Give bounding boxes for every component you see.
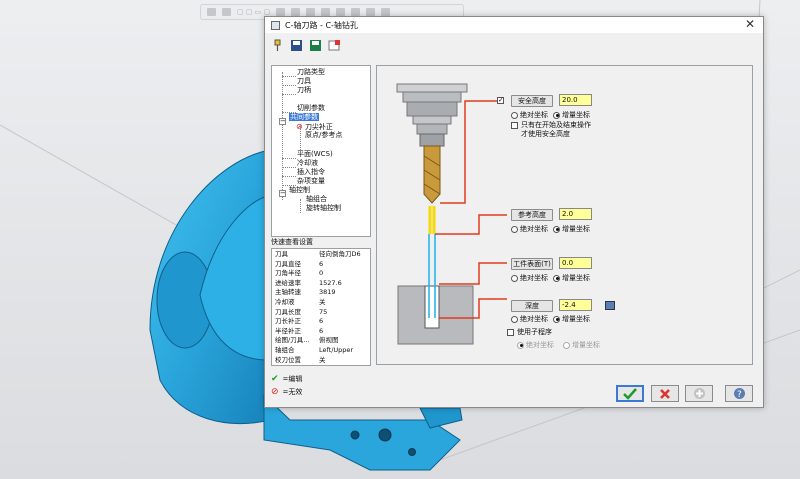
tree-item-axis-control[interactable]: 轴控制 xyxy=(289,186,310,195)
quick-view-row: 轴组合 Left/Upper xyxy=(275,346,354,354)
tree-item-cut-params[interactable]: 切削参数 xyxy=(297,104,325,113)
view-icon[interactable] xyxy=(351,8,361,16)
quick-view-row: 刀长补正 6 xyxy=(275,317,324,326)
svg-text:?: ? xyxy=(737,390,742,400)
tree-connector xyxy=(282,158,296,159)
tree-connector xyxy=(282,76,296,77)
start-end-only-label: 才使用安全高度 xyxy=(521,130,570,138)
depth-input[interactable]: -2.4 xyxy=(559,299,592,311)
quick-view-row: 主轴转速 3819 xyxy=(275,288,336,297)
settings-icon[interactable] xyxy=(328,39,341,52)
quick-view-row: 刀角半径 0 xyxy=(275,269,324,278)
clearance-button[interactable]: 安全高度 xyxy=(511,95,553,107)
quick-view-row: 刀具直径 6 xyxy=(275,259,324,268)
clearance-input[interactable]: 20.0 xyxy=(559,94,592,106)
quick-view-row: 校刀位置关 xyxy=(275,355,326,364)
subprogram-checkbox[interactable]: 使用子程序 xyxy=(507,327,552,337)
clearance-incremental[interactable]: 增量坐标 xyxy=(553,110,590,120)
legend-edit: ✔ =编辑 xyxy=(271,374,303,384)
depth-calculator-icon[interactable] xyxy=(605,301,615,310)
tree-connector xyxy=(300,199,301,213)
subprogram-absolute[interactable]: 绝对坐标 xyxy=(517,340,554,350)
view-icon[interactable] xyxy=(291,8,301,16)
tree-item-canned-text[interactable]: 插入指令 xyxy=(297,168,325,177)
retract-incremental[interactable]: 增量坐标 xyxy=(553,224,590,234)
view-icon[interactable] xyxy=(276,8,286,16)
toolpath-dialog: C-轴刀路 - C-轴钻孔 ✕ − − 刀路类型 刀具 刀柄 切削参数 共同参数… xyxy=(264,16,764,408)
title-bar[interactable]: C-轴刀路 - C-轴钻孔 ✕ xyxy=(265,17,763,33)
cancel-button[interactable] xyxy=(651,385,679,402)
tree-connector xyxy=(282,94,296,95)
add-icon xyxy=(693,388,705,399)
top-incremental[interactable]: 增量坐标 xyxy=(553,273,590,283)
ok-button[interactable] xyxy=(616,385,644,402)
tree-connector xyxy=(282,72,283,200)
quick-view-row: 冷却液关 xyxy=(275,298,326,306)
tree-item-holder[interactable]: 刀柄 xyxy=(297,86,311,95)
tree-item-misc-values[interactable]: 杂项变量 xyxy=(297,177,325,186)
view-icon[interactable] xyxy=(207,8,216,16)
retract-button[interactable]: 参考高度 xyxy=(511,209,553,221)
tree-item-tool[interactable]: 刀具 xyxy=(297,77,311,86)
top-of-stock-input[interactable]: 0.0 xyxy=(559,257,592,269)
view-icon[interactable] xyxy=(321,8,331,16)
depth-incremental[interactable]: 增量坐标 xyxy=(553,314,590,324)
view-icon[interactable] xyxy=(366,8,376,16)
view-icon[interactable] xyxy=(306,8,316,16)
retract-absolute[interactable]: 绝对坐标 xyxy=(511,224,548,234)
collapse-icon[interactable]: − xyxy=(279,118,286,125)
quick-view-row: 绘图/刀具... 俯视图 xyxy=(275,336,339,345)
close-icon xyxy=(660,388,670,399)
top-absolute[interactable]: 绝对坐标 xyxy=(511,273,548,283)
clearance-checkbox[interactable]: ✓ xyxy=(497,97,504,104)
tree-item-planes[interactable]: 平面(WCS) xyxy=(297,150,333,159)
tree-item-coolant[interactable]: 冷却液 xyxy=(297,159,318,168)
top-of-stock-button[interactable]: 工件表面(T) xyxy=(511,258,553,270)
tree-item-home-point[interactable]: 原点/参考点 xyxy=(305,131,342,140)
tree-connector xyxy=(282,176,296,177)
tree-item-rotary-axis[interactable]: 旋转轴控制 xyxy=(306,204,341,213)
parameter-tree[interactable]: − − 刀路类型 刀具 刀柄 切削参数 共同参数 ⊘ 刀尖补正 原点/参考点 平… xyxy=(271,65,371,237)
tree-item-toolpath-type[interactable]: 刀路类型 xyxy=(297,68,325,77)
invalid-icon: ⊘ xyxy=(296,122,303,131)
linking-params-panel: ✓ 安全高度 20.0 绝对坐标 增量坐标 只有在开始及结束操作 才使用安全高度… xyxy=(376,65,753,365)
check-icon: ✔ xyxy=(271,374,279,384)
save-icon[interactable] xyxy=(290,39,303,52)
clearance-absolute[interactable]: 绝对坐标 xyxy=(511,110,548,120)
tree-connector xyxy=(282,85,296,86)
quick-view-row: 刀具 径向倒角刀D6 xyxy=(275,250,361,258)
apply-button[interactable] xyxy=(685,385,713,402)
subprogram-incremental[interactable]: 增量坐标 xyxy=(563,340,600,350)
close-button[interactable]: ✕ xyxy=(745,18,755,31)
quick-view-title: 快速查看设置 xyxy=(271,238,313,246)
view-icon[interactable] xyxy=(381,8,391,16)
check-icon xyxy=(623,387,637,400)
collapse-icon[interactable]: − xyxy=(279,190,286,197)
retract-input[interactable]: 2.0 xyxy=(559,208,592,220)
depth-button[interactable]: 深度 xyxy=(511,300,553,312)
tree-item-linking-params[interactable]: 共同参数 xyxy=(289,113,319,122)
legend-invalid: ⊘ =无效 xyxy=(271,387,303,397)
help-button[interactable]: ? xyxy=(725,385,753,402)
tree-item-axis-combination[interactable]: 轴组合 xyxy=(306,195,327,204)
help-icon: ? xyxy=(733,388,745,400)
dialog-title: C-轴刀路 - C-轴钻孔 xyxy=(285,20,358,30)
view-icon[interactable] xyxy=(336,8,346,16)
tree-connector xyxy=(282,167,296,168)
quick-view-row: 进给速率 1527.6 xyxy=(275,278,342,287)
dialog-toolbar xyxy=(265,35,763,55)
toolbar-text: ▢ ▢ ▭ ▢ xyxy=(237,8,271,16)
pin-icon[interactable] xyxy=(271,39,284,52)
depth-absolute[interactable]: 绝对坐标 xyxy=(511,314,548,324)
invalid-icon: ⊘ xyxy=(271,387,279,397)
app-icon xyxy=(271,20,280,30)
save-as-icon[interactable] xyxy=(309,39,322,52)
quick-view-panel: 刀具 径向倒角刀D6 刀具直径 6 刀角半径 0 进给速率 1527.6 主轴转速 381… xyxy=(271,248,371,366)
quick-view-row: 刀具长度 75 xyxy=(275,307,328,316)
quick-view-row: 半径补正 6 xyxy=(275,326,324,335)
view-icon[interactable] xyxy=(222,8,231,16)
